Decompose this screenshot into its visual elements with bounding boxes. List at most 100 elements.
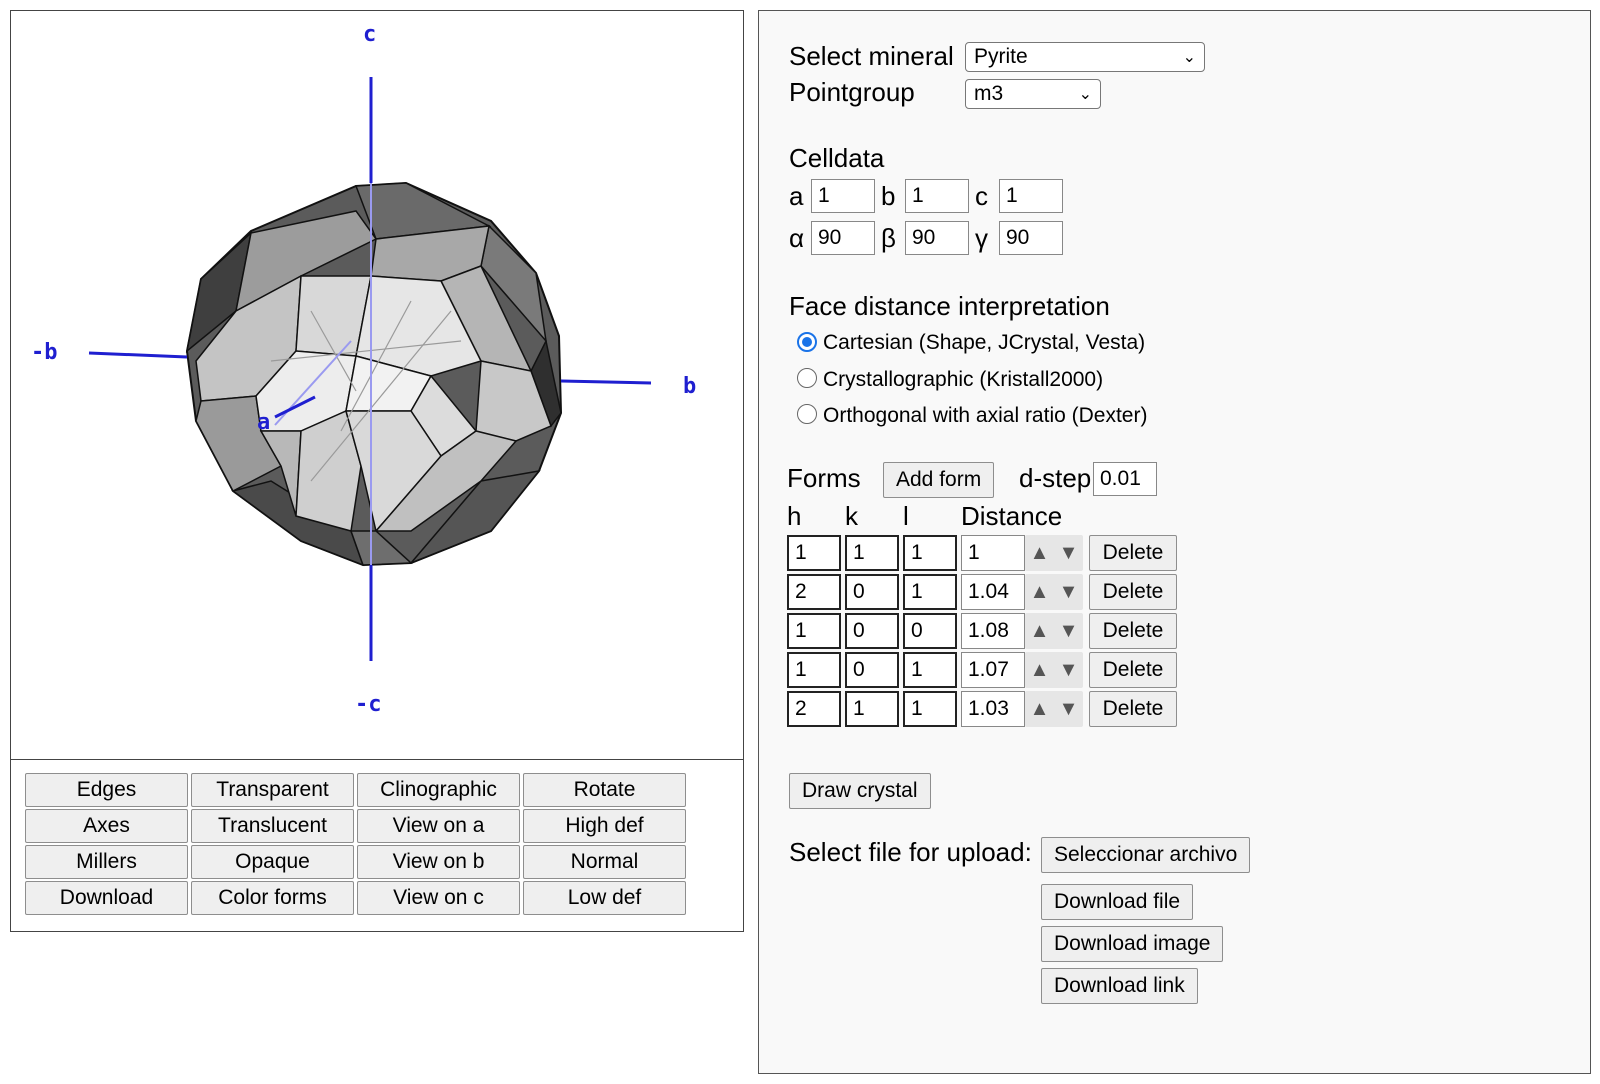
- download-image-button[interactable]: Download image: [1041, 926, 1224, 962]
- face-distance-heading: Face distance interpretation: [789, 291, 1110, 321]
- spin-up-icon[interactable]: ▲: [1025, 535, 1054, 571]
- axis-label-c: c: [363, 22, 376, 47]
- opaque-button[interactable]: Opaque: [191, 845, 354, 879]
- spin-up-icon[interactable]: ▲: [1025, 691, 1054, 727]
- spin-up-icon[interactable]: ▲: [1025, 574, 1054, 610]
- spin-down-icon[interactable]: ▼: [1054, 652, 1083, 688]
- view-on-a-button[interactable]: View on a: [357, 809, 520, 843]
- axis-neg-b-line: [88, 351, 188, 359]
- axis-label-neg-c: -c: [355, 692, 382, 717]
- form-h-input[interactable]: [787, 652, 841, 688]
- form-l-input[interactable]: [903, 613, 957, 649]
- form-k-input[interactable]: [845, 574, 899, 610]
- crystallographic-radio[interactable]: [797, 368, 817, 388]
- form-k-input[interactable]: [845, 652, 899, 688]
- form-l-input[interactable]: [903, 535, 957, 571]
- pointgroup-select-value: m3: [974, 82, 1004, 105]
- form-h-input[interactable]: [787, 535, 841, 571]
- form-k-input[interactable]: [845, 691, 899, 727]
- distance-spinner: ▲ ▼: [1025, 574, 1083, 610]
- cell-b-label: b: [881, 181, 896, 211]
- cartesian-radio-label: Cartesian (Shape, JCrystal, Vesta): [823, 331, 1146, 354]
- pointgroup-select[interactable]: m3 ⌄: [965, 79, 1101, 109]
- orthogonal-radio[interactable]: [797, 404, 817, 424]
- crystal-drawing[interactable]: c -c -b b a: [11, 11, 743, 759]
- delete-form-button[interactable]: Delete: [1089, 613, 1177, 649]
- axis-b-line: [560, 379, 652, 385]
- spin-down-icon[interactable]: ▼: [1054, 613, 1083, 649]
- translucent-button[interactable]: Translucent: [191, 809, 354, 843]
- chevron-down-icon: ⌄: [1182, 49, 1196, 66]
- dstep-label: d-step: [1019, 463, 1092, 493]
- choose-file-button[interactable]: Seleccionar archivo: [1041, 837, 1251, 873]
- cell-a-input[interactable]: [811, 179, 875, 213]
- form-distance-input[interactable]: [961, 613, 1025, 649]
- viewer-button-grid: Edges Transparent Clinographic Rotate Ax…: [25, 773, 686, 917]
- forms-heading: Forms: [787, 463, 861, 493]
- form-h-input[interactable]: [787, 574, 841, 610]
- cell-c-label: c: [975, 181, 988, 211]
- delete-form-button[interactable]: Delete: [1089, 691, 1177, 727]
- view-on-b-button[interactable]: View on b: [357, 845, 520, 879]
- spin-up-icon[interactable]: ▲: [1025, 652, 1054, 688]
- upload-label: Select file for upload:: [789, 837, 1032, 867]
- cell-c-input[interactable]: [999, 179, 1063, 213]
- form-distance-input[interactable]: [961, 574, 1025, 610]
- download-file-button[interactable]: Download file: [1041, 884, 1194, 920]
- spin-down-icon[interactable]: ▼: [1054, 574, 1083, 610]
- axes-button[interactable]: Axes: [25, 809, 188, 843]
- mineral-select[interactable]: Pyrite ⌄: [965, 42, 1205, 72]
- distance-spinner: ▲ ▼: [1025, 691, 1083, 727]
- spin-down-icon[interactable]: ▼: [1054, 691, 1083, 727]
- chevron-down-icon: ⌄: [1078, 86, 1092, 103]
- color-forms-button[interactable]: Color forms: [191, 881, 354, 915]
- view-on-c-button[interactable]: View on c: [357, 881, 520, 915]
- form-distance-input[interactable]: [961, 535, 1025, 571]
- distance-spinner: ▲ ▼: [1025, 535, 1083, 571]
- rotate-button[interactable]: Rotate: [523, 773, 686, 807]
- add-form-button[interactable]: Add form: [883, 462, 995, 498]
- col-l-header: l: [903, 501, 909, 531]
- millers-button[interactable]: Millers: [25, 845, 188, 879]
- form-l-input[interactable]: [903, 574, 957, 610]
- col-h-header: h: [787, 501, 802, 531]
- delete-form-button[interactable]: Delete: [1089, 574, 1177, 610]
- form-h-input[interactable]: [787, 691, 841, 727]
- cell-alpha-label: α: [789, 223, 805, 253]
- pointgroup-label: Pointgroup: [789, 77, 915, 107]
- cell-beta-input[interactable]: [905, 221, 969, 255]
- low-def-button[interactable]: Low def: [523, 881, 686, 915]
- form-k-input[interactable]: [845, 535, 899, 571]
- cartesian-radio[interactable]: [797, 332, 817, 352]
- form-distance-input[interactable]: [961, 691, 1025, 727]
- distance-spinner: ▲ ▼: [1025, 652, 1083, 688]
- spin-up-icon[interactable]: ▲: [1025, 613, 1054, 649]
- distance-spinner: ▲ ▼: [1025, 613, 1083, 649]
- dstep-input[interactable]: [1093, 462, 1157, 496]
- clinographic-button[interactable]: Clinographic: [357, 773, 520, 807]
- cell-gamma-input[interactable]: [999, 221, 1063, 255]
- crystallographic-radio-label: Crystallographic (Kristall2000): [823, 368, 1104, 391]
- form-l-input[interactable]: [903, 691, 957, 727]
- spin-down-icon[interactable]: ▼: [1054, 535, 1083, 571]
- select-mineral-label: Select mineral: [789, 41, 954, 71]
- high-def-button[interactable]: High def: [523, 809, 686, 843]
- edges-button[interactable]: Edges: [25, 773, 188, 807]
- delete-form-button[interactable]: Delete: [1089, 535, 1177, 571]
- normal-def-button[interactable]: Normal: [523, 845, 686, 879]
- cell-alpha-input[interactable]: [811, 221, 875, 255]
- download-link-button[interactable]: Download link: [1041, 968, 1198, 1004]
- form-k-input[interactable]: [845, 613, 899, 649]
- crystal-viewer-panel: c -c -b b a Edges Transparent Clinograph…: [10, 10, 744, 932]
- cell-b-input[interactable]: [905, 179, 969, 213]
- download-drawing-button[interactable]: Download: [25, 881, 188, 915]
- crystal-canvas[interactable]: c -c -b b a: [11, 11, 743, 760]
- transparent-button[interactable]: Transparent: [191, 773, 354, 807]
- form-h-input[interactable]: [787, 613, 841, 649]
- axis-label-b: b: [683, 374, 696, 399]
- form-l-input[interactable]: [903, 652, 957, 688]
- delete-form-button[interactable]: Delete: [1089, 652, 1177, 688]
- cell-gamma-label: γ: [975, 223, 988, 253]
- form-distance-input[interactable]: [961, 652, 1025, 688]
- draw-crystal-button[interactable]: Draw crystal: [789, 773, 931, 809]
